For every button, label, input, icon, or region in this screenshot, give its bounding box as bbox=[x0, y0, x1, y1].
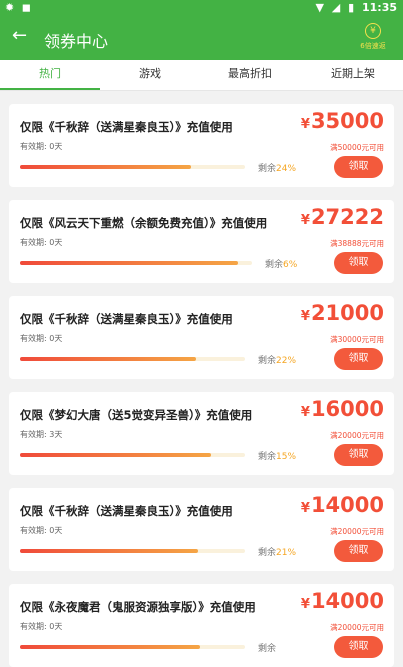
claim-button[interactable]: 领取 bbox=[334, 636, 383, 658]
battery-icon: ▮ bbox=[348, 1, 355, 14]
service-label: 6倍速返 bbox=[360, 42, 386, 50]
tab-bar: 热门 游戏 最高折扣 近期上架 bbox=[0, 60, 403, 91]
progress-fill bbox=[20, 165, 191, 169]
amount-value: 27222 bbox=[310, 205, 384, 229]
min-spend: 满20000元可用 bbox=[330, 623, 384, 632]
service-button[interactable]: ¥ 6倍速返 bbox=[353, 23, 393, 51]
min-spend: 满38888元可用 bbox=[330, 239, 384, 248]
progress-track bbox=[20, 645, 245, 649]
coupon-amount: ¥14000 bbox=[301, 493, 384, 517]
remaining-label: 剩余 bbox=[258, 644, 277, 654]
coupon-card: 仅限《千秋辞（送满星秦良玉）》充值使用 有效期: 0天 ¥21000 满3000… bbox=[9, 296, 394, 379]
remaining-percent: 21% bbox=[276, 548, 297, 558]
progress-track bbox=[20, 549, 245, 553]
amount-value: 16000 bbox=[310, 397, 384, 421]
remaining-label: 剩余 bbox=[258, 356, 277, 366]
status-time: 11:35 bbox=[361, 1, 397, 14]
remaining-label: 剩余 bbox=[258, 164, 277, 174]
back-arrow-icon[interactable]: ← bbox=[12, 25, 27, 46]
coupon-amount: ¥27222 bbox=[301, 205, 384, 229]
remaining-label: 剩余 bbox=[258, 548, 277, 558]
currency-symbol: ¥ bbox=[300, 213, 310, 228]
tab-recent[interactable]: 近期上架 bbox=[303, 60, 403, 90]
progress-fill bbox=[20, 645, 200, 649]
currency-symbol: ¥ bbox=[300, 597, 310, 612]
amount-value: 14000 bbox=[310, 493, 384, 517]
progress-fill bbox=[20, 357, 196, 361]
coupon-name: 仅限《风云天下重燃（余额免费充值）》充值使用 bbox=[20, 216, 268, 230]
coupon-validity: 有效期: 0天 bbox=[20, 238, 63, 247]
coupon-amount: ¥35000 bbox=[301, 109, 384, 133]
currency-symbol: ¥ bbox=[300, 405, 310, 420]
wifi-icon: ▼ bbox=[315, 1, 324, 14]
a-icon: ◼ bbox=[21, 1, 31, 14]
bug-icon: ✹ bbox=[5, 1, 15, 14]
remaining-percent: 24% bbox=[276, 164, 297, 174]
remaining: 剩余15% bbox=[258, 449, 296, 462]
remaining: 剩余24% bbox=[258, 161, 296, 174]
coupon-name: 仅限《永夜魔君（鬼服资源独享版）》充值使用 bbox=[20, 600, 256, 614]
claim-button[interactable]: 领取 bbox=[334, 540, 383, 562]
claim-button[interactable]: 领取 bbox=[334, 348, 383, 370]
coupon-amount: ¥21000 bbox=[301, 301, 384, 325]
min-spend: 满20000元可用 bbox=[330, 527, 384, 536]
amount-value: 35000 bbox=[310, 109, 384, 133]
claim-button[interactable]: 领取 bbox=[334, 156, 383, 178]
tab-hot[interactable]: 热门 bbox=[0, 60, 100, 90]
min-spend: 满20000元可用 bbox=[330, 431, 384, 440]
tab-max-discount[interactable]: 最高折扣 bbox=[200, 60, 300, 90]
amount-value: 14000 bbox=[310, 589, 384, 613]
remaining: 剩余6% bbox=[265, 257, 297, 270]
currency-symbol: ¥ bbox=[300, 501, 310, 516]
remaining-label: 剩余 bbox=[258, 452, 277, 462]
coupon-validity: 有效期: 3天 bbox=[20, 430, 63, 439]
coupon-validity: 有效期: 0天 bbox=[20, 334, 63, 343]
coupon-card: 仅限《风云天下重燃（余额免费充值）》充值使用 有效期: 0天 ¥27222 满3… bbox=[9, 200, 394, 283]
remaining-label: 剩余 bbox=[265, 260, 284, 270]
min-spend: 满30000元可用 bbox=[330, 335, 384, 344]
coupon-card: 仅限《永夜魔君（鬼服资源独享版）》充值使用 有效期: 0天 ¥14000 满20… bbox=[9, 584, 394, 667]
coupon-card: 仅限《千秋辞（送满星秦良玉）》充值使用 有效期: 0天 ¥14000 满2000… bbox=[9, 488, 394, 571]
coin-icon: ¥ bbox=[365, 23, 381, 39]
remaining: 剩余22% bbox=[258, 353, 296, 366]
currency-symbol: ¥ bbox=[300, 117, 310, 132]
status-bar: ✹ ◼ ▼ ◢ ▮ 11:35 bbox=[0, 0, 403, 16]
coupon-validity: 有效期: 0天 bbox=[20, 142, 63, 151]
coupon-card: 仅限《千秋辞（送满星秦良玉）》充值使用 有效期: 0天 ¥35000 满5000… bbox=[9, 104, 394, 187]
claim-button[interactable]: 领取 bbox=[334, 444, 383, 466]
remaining-percent: 22% bbox=[276, 356, 297, 366]
progress-track bbox=[20, 261, 252, 265]
coupon-amount: ¥16000 bbox=[301, 397, 384, 421]
min-spend: 满50000元可用 bbox=[330, 143, 384, 152]
coupon-amount: ¥14000 bbox=[301, 589, 384, 613]
progress-fill bbox=[20, 549, 198, 553]
remaining: 剩余 bbox=[258, 641, 276, 654]
progress-track bbox=[20, 165, 245, 169]
signal-icon: ◢ bbox=[331, 1, 341, 14]
coupon-name: 仅限《千秋辞（送满星秦良玉）》充值使用 bbox=[20, 312, 233, 326]
progress-fill bbox=[20, 453, 212, 457]
app-header: ← 领券中心 ¥ 6倍速返 bbox=[0, 16, 403, 60]
coupon-name: 仅限《千秋辞（送满星秦良玉）》充值使用 bbox=[20, 504, 233, 518]
amount-value: 21000 bbox=[310, 301, 384, 325]
remaining-percent: 15% bbox=[276, 452, 297, 462]
coupon-name: 仅限《千秋辞（送满星秦良玉）》充值使用 bbox=[20, 120, 233, 134]
coupon-card: 仅限《梦幻大唐（送5觉变异圣兽）》充值使用 有效期: 3天 ¥16000 满20… bbox=[9, 392, 394, 475]
remaining: 剩余21% bbox=[258, 545, 296, 558]
coupon-name: 仅限《梦幻大唐（送5觉变异圣兽）》充值使用 bbox=[20, 408, 253, 422]
progress-fill bbox=[20, 261, 239, 265]
currency-symbol: ¥ bbox=[300, 309, 310, 324]
progress-track bbox=[20, 453, 245, 457]
remaining-percent: 6% bbox=[283, 260, 298, 270]
tab-games[interactable]: 游戏 bbox=[100, 60, 200, 90]
coupon-validity: 有效期: 0天 bbox=[20, 526, 63, 535]
page-title: 领券中心 bbox=[44, 32, 109, 51]
claim-button[interactable]: 领取 bbox=[334, 252, 383, 274]
progress-track bbox=[20, 357, 245, 361]
